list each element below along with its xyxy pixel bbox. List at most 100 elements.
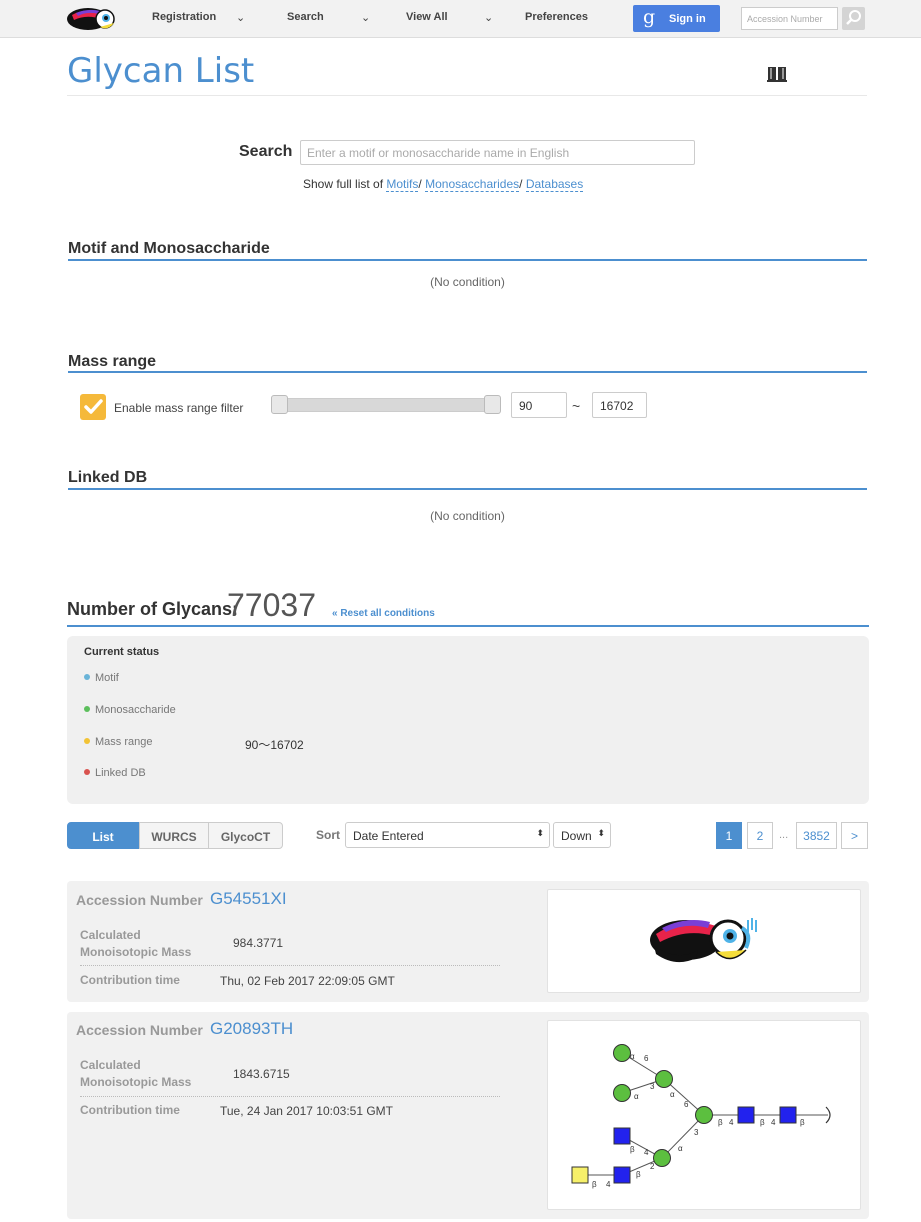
linkage-label: β xyxy=(800,1118,805,1127)
format-tab-list[interactable]: List xyxy=(67,822,139,849)
format-tab-glycoct[interactable]: GlycoCT xyxy=(208,822,283,849)
section-underline xyxy=(67,625,869,627)
glytoucan-logo-icon[interactable] xyxy=(66,5,120,33)
linkage-label: β xyxy=(760,1118,765,1127)
status-row-label: Monosaccharide xyxy=(95,704,176,716)
linkage-label: α xyxy=(634,1092,639,1101)
mass-label-line2: Monoisotopic Mass xyxy=(80,945,192,959)
linked-db-no-condition: (No condition) xyxy=(430,509,505,523)
format-tab-wurcs[interactable]: WURCS xyxy=(139,822,209,849)
mass-min-input[interactable]: 90 xyxy=(511,392,567,418)
linkage-label: β xyxy=(592,1180,597,1189)
sign-in-label: Sign in xyxy=(669,13,706,25)
mass-filter-checkbox[interactable] xyxy=(80,394,106,420)
status-dot-icon xyxy=(84,674,90,680)
select-arrows-icon: ⬍ xyxy=(536,828,544,838)
chevron-down-icon[interactable]: ⌄ xyxy=(236,11,245,24)
row-divider xyxy=(80,965,500,966)
reset-conditions-link[interactable]: « Reset all conditions xyxy=(332,608,435,619)
sign-in-button[interactable]: g Sign in xyxy=(633,5,720,32)
page-2-button[interactable]: 2 xyxy=(747,822,773,849)
slider-min-handle[interactable] xyxy=(271,395,288,414)
checkmark-icon xyxy=(84,399,103,414)
mass-value: 1843.6715 xyxy=(233,1067,290,1081)
sort-field-value: Date Entered xyxy=(353,829,424,843)
full-list-prefix: Show full list of xyxy=(303,177,384,191)
section-underline xyxy=(68,488,867,490)
mass-label-line1: Calculated xyxy=(80,1058,141,1072)
linkage-label: α xyxy=(630,1052,635,1061)
nav-registration[interactable]: Registration xyxy=(152,11,216,23)
nav-view-all[interactable]: View All xyxy=(406,11,448,23)
linkage-label: 4 xyxy=(729,1118,734,1127)
chevron-down-icon[interactable]: ⌄ xyxy=(484,11,493,24)
status-row-label: Linked DB xyxy=(95,767,146,779)
status-row-monosaccharide: Monosaccharide xyxy=(84,704,176,716)
status-row-label: Motif xyxy=(95,672,119,684)
sort-field-select[interactable]: Date Entered ⬍ xyxy=(345,822,550,848)
status-row-label: Mass range xyxy=(95,736,153,748)
motifs-link[interactable]: Motifs xyxy=(386,177,419,192)
select-arrows-icon: ⬍ xyxy=(597,828,605,838)
slider-max-handle[interactable] xyxy=(484,395,501,414)
linkage-label: 3 xyxy=(694,1128,699,1137)
mass-range-slider[interactable] xyxy=(271,398,501,412)
linkage-label: 6 xyxy=(644,1054,649,1063)
linkage-label: 4 xyxy=(606,1180,611,1189)
nav-search[interactable]: Search xyxy=(287,11,324,23)
databases-link[interactable]: Databases xyxy=(525,177,584,192)
mass-filter-label: Enable mass range filter xyxy=(114,401,244,415)
motif-section-title: Motif and Monosaccharide xyxy=(68,240,270,257)
accession-link[interactable]: G54551XI xyxy=(210,889,287,909)
linkage-label: 3 xyxy=(650,1082,655,1091)
linkage-label: 4 xyxy=(644,1148,649,1157)
glycan-count-label: Number of Glycans: xyxy=(67,599,239,619)
sort-order-select[interactable]: Down ⬍ xyxy=(553,822,611,848)
page-last-button[interactable]: 3852 xyxy=(796,822,837,849)
current-status-panel xyxy=(67,636,869,804)
glycan-image[interactable]: α 6 α 3 α 6 3 α β 4 β 2 β 4 β 4 β 4 β xyxy=(547,1020,861,1210)
section-underline xyxy=(68,371,867,373)
section-underline xyxy=(68,259,867,261)
glycan-count-value: 77037 xyxy=(227,587,316,623)
nav-preferences[interactable]: Preferences xyxy=(525,11,588,23)
monosaccharides-link[interactable]: Monosaccharides xyxy=(425,177,520,192)
status-row-motif: Motif xyxy=(84,672,119,684)
toucan-placeholder-icon xyxy=(650,918,757,963)
page-title: Glycan List xyxy=(67,51,255,91)
sort-label: Sort xyxy=(316,828,340,842)
mass-label-line1: Calculated xyxy=(80,928,141,942)
linkage-label: β xyxy=(630,1145,635,1154)
page-1-button[interactable]: 1 xyxy=(716,822,742,849)
mass-max-input[interactable]: 16702 xyxy=(592,392,647,418)
accession-label: Accession Number xyxy=(76,1022,203,1038)
glycan-structure-icon: α 6 α 3 α 6 3 α β 4 β 2 β 4 β 4 β 4 β xyxy=(571,1044,831,1189)
contribution-time-label: Contribution time xyxy=(80,973,180,987)
separator: / xyxy=(519,177,523,191)
glycan-image[interactable] xyxy=(547,889,861,993)
accession-link[interactable]: G20893TH xyxy=(210,1019,293,1039)
next-page-button[interactable]: > xyxy=(841,822,868,849)
chevron-down-icon[interactable]: ⌄ xyxy=(361,11,370,24)
status-mass-range-value: 90〜16702 xyxy=(245,738,304,752)
contribution-time-value: Tue, 24 Jan 2017 10:03:51 GMT xyxy=(220,1104,393,1118)
linkage-label: α xyxy=(670,1090,675,1099)
accession-number-input[interactable]: Accession Number xyxy=(741,7,838,30)
motif-search-input[interactable]: Enter a motif or monosaccharide name in … xyxy=(300,140,695,165)
accession-search-button[interactable] xyxy=(842,7,865,30)
status-dot-icon xyxy=(84,706,90,712)
book-icon[interactable] xyxy=(767,66,787,82)
mass-label-line2: Monoisotopic Mass xyxy=(80,1075,192,1089)
contribution-time-label: Contribution time xyxy=(80,1103,180,1117)
linkage-label: α xyxy=(678,1144,683,1153)
linked-db-section-title: Linked DB xyxy=(68,469,148,486)
google-icon: g xyxy=(643,6,656,28)
range-tilde: ~ xyxy=(572,398,581,414)
mass-value: 984.3771 xyxy=(233,936,284,950)
linkage-label: 4 xyxy=(771,1118,776,1127)
linkage-label: 6 xyxy=(684,1100,689,1109)
full-list-links: Show full list of Motifs / Monosaccharide… xyxy=(303,177,584,192)
status-title: Current status xyxy=(84,646,160,658)
divider xyxy=(67,95,867,96)
top-nav: Registration ⌄ Search ⌄ View All ⌄ Prefe… xyxy=(0,0,921,38)
